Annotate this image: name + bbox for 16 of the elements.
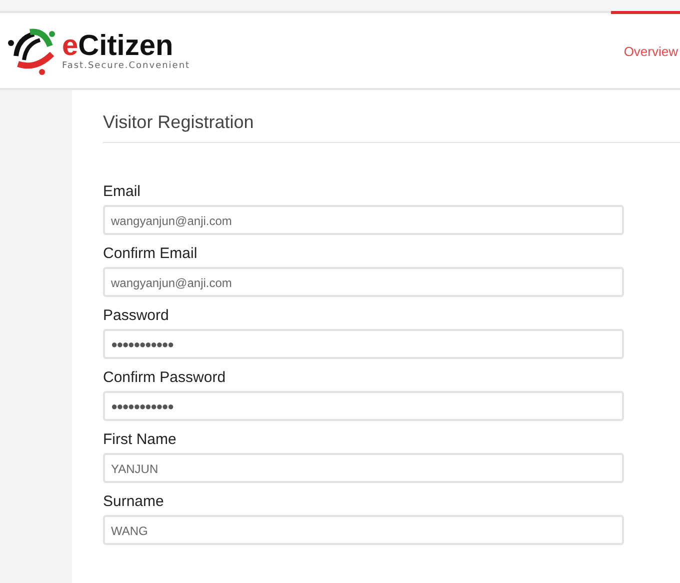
field-label: Confirm Password xyxy=(103,369,227,386)
password-field[interactable]: ●●●●●●●●●●● xyxy=(103,391,624,421)
field-label: Password xyxy=(103,307,170,324)
form-title: Visitor Registration xyxy=(103,112,255,133)
field-label: First Name xyxy=(103,431,178,448)
field-label: Email xyxy=(103,183,142,200)
password-field[interactable]: ●●●●●●●●●●● xyxy=(103,329,624,359)
brand-tagline: Fast.Secure.Convenient xyxy=(62,60,190,70)
input-field[interactable]: YANJUN xyxy=(103,453,624,483)
field-label: Confirm Email xyxy=(103,245,198,262)
brand-name: eCitizen xyxy=(62,30,174,60)
field-label: Surname xyxy=(103,493,165,510)
nav-tab[interactable]: Overview xyxy=(610,11,680,88)
input-field[interactable]: wangyanjun@anji.com xyxy=(103,267,624,297)
input-field[interactable]: WANG xyxy=(103,515,624,545)
input-field[interactable]: wangyanjun@anji.com xyxy=(103,205,624,235)
